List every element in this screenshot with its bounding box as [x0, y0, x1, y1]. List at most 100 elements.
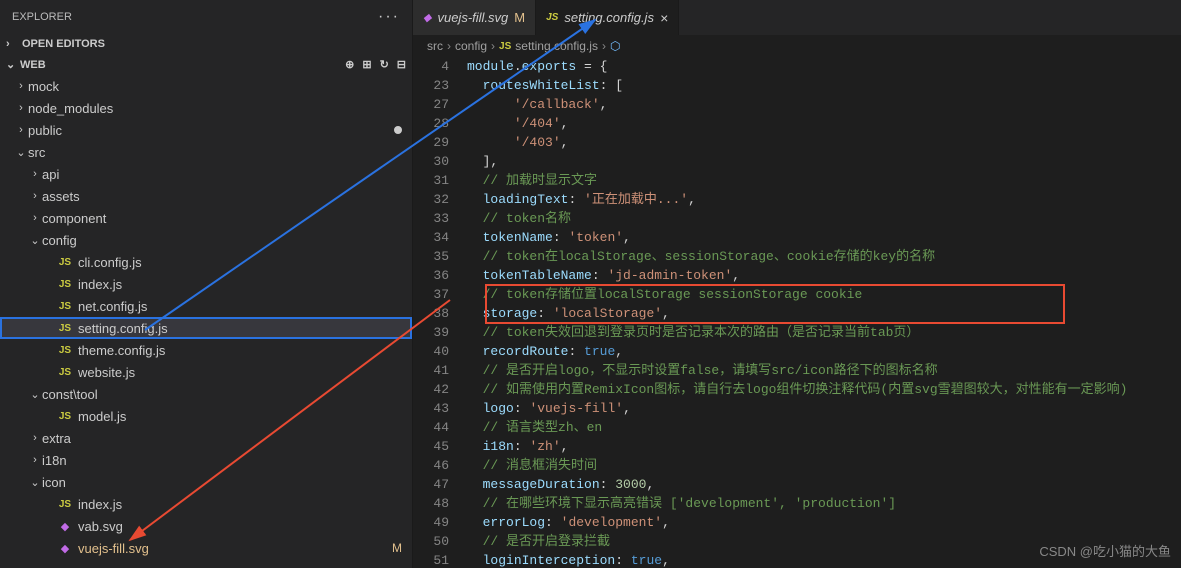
tree-item-label: public	[28, 123, 394, 138]
code-line[interactable]: tokenTableName: 'jd-admin-token',	[467, 266, 1181, 285]
close-icon[interactable]: ×	[660, 10, 668, 26]
code-line[interactable]: storage: 'localStorage',	[467, 304, 1181, 323]
tree-item-label: component	[42, 211, 412, 226]
js-file-icon: JS	[56, 257, 74, 268]
folder-item[interactable]: ›node_modules	[0, 97, 412, 119]
js-file-icon: JS	[56, 301, 74, 312]
code-line[interactable]: logo: 'vuejs-fill',	[467, 399, 1181, 418]
code-line[interactable]: // token在localStorage、sessionStorage、coo…	[467, 247, 1181, 266]
line-number: 29	[413, 133, 449, 152]
open-editors-section[interactable]: › OPEN EDITORS	[0, 34, 412, 54]
file-item[interactable]: JSnet.config.js	[0, 295, 412, 317]
breadcrumb-item[interactable]: src	[427, 39, 443, 53]
code-line[interactable]: recordRoute: true,	[467, 342, 1181, 361]
watermark: CSDN @吃小猫的大鱼	[1039, 541, 1171, 560]
code-line[interactable]: // 如需使用内置RemixIcon图标，请自行去logo组件切换注释代码(内置…	[467, 380, 1181, 399]
file-item[interactable]: JStheme.config.js	[0, 339, 412, 361]
code-line[interactable]: // 是否开启logo，不显示时设置false，请填写src/icon路径下的图…	[467, 361, 1181, 380]
file-item[interactable]: ◆vuejs-fill.svgM	[0, 537, 412, 559]
line-number: 43	[413, 399, 449, 418]
file-item[interactable]: JS cli.config.js	[0, 251, 412, 273]
code-line[interactable]: i18n: 'zh',	[467, 437, 1181, 456]
code-line[interactable]: // token名称	[467, 209, 1181, 228]
folder-item[interactable]: ›extra	[0, 427, 412, 449]
line-number: 40	[413, 342, 449, 361]
editor-area: ◆vuejs-fill.svgMJSsetting.config.js× src…	[413, 0, 1181, 568]
breadcrumb[interactable]: src›config›JS setting.config.js›⬡	[413, 35, 1181, 57]
folder-item[interactable]: ⌄config	[0, 229, 412, 251]
file-item[interactable]: ◆vab.svg	[0, 515, 412, 537]
workspace-actions: ⊕ ⊞ ↻ ⊟	[345, 58, 406, 71]
workspace-label: WEB	[20, 59, 46, 71]
js-file-icon: JS	[56, 279, 74, 290]
file-item[interactable]: JSwebsite.js	[0, 361, 412, 383]
open-editors-label: OPEN EDITORS	[22, 38, 105, 50]
tree-item-label: src	[28, 145, 412, 160]
tab-label: setting.config.js	[564, 10, 654, 25]
code-line[interactable]: '/404',	[467, 114, 1181, 133]
editor-tab[interactable]: ◆vuejs-fill.svgM	[413, 0, 536, 35]
more-actions-icon[interactable]: ···	[378, 8, 400, 26]
line-number: 48	[413, 494, 449, 513]
tree-item-label: icon	[42, 475, 412, 490]
folder-item[interactable]: ⌄icon	[0, 471, 412, 493]
folder-item[interactable]: ›public	[0, 119, 412, 141]
folder-item[interactable]: ›api	[0, 163, 412, 185]
chevron-right-icon: ›	[28, 212, 42, 224]
folder-item[interactable]: ›assets	[0, 185, 412, 207]
folder-item[interactable]: ›component	[0, 207, 412, 229]
workspace-section[interactable]: ⌄ WEB ⊕ ⊞ ↻ ⊟	[0, 54, 412, 75]
new-folder-icon[interactable]: ⊞	[362, 58, 371, 71]
chevron-down-icon: ⌄	[28, 234, 42, 247]
tree-item-label: index.js	[78, 497, 412, 512]
folder-item[interactable]: ⌄const\tool	[0, 383, 412, 405]
code-line[interactable]: // 消息框消失时间	[467, 456, 1181, 475]
code-line[interactable]: // 在哪些环境下显示高亮错误 ['development', 'product…	[467, 494, 1181, 513]
code-area[interactable]: 4232728293031323334353637383940414243444…	[413, 57, 1181, 568]
line-number: 38	[413, 304, 449, 323]
code-line[interactable]: loadingText: '正在加载中...',	[467, 190, 1181, 209]
line-number: 44	[413, 418, 449, 437]
code-line[interactable]: module.exports = {	[467, 57, 1181, 76]
tree-item-label: extra	[42, 431, 412, 446]
code-line[interactable]: // 加载时显示文字	[467, 171, 1181, 190]
code-line[interactable]: tokenName: 'token',	[467, 228, 1181, 247]
folder-item[interactable]: ⌄src	[0, 141, 412, 163]
tree-item-label: index.js	[78, 277, 412, 292]
explorer-sidebar: EXPLORER ··· › OPEN EDITORS ⌄ WEB ⊕ ⊞ ↻ …	[0, 0, 413, 568]
code-line[interactable]: // token失效回退到登录页时是否记录本次的路由（是否记录当前tab页）	[467, 323, 1181, 342]
refresh-icon[interactable]: ↻	[380, 58, 389, 71]
code-line[interactable]: '/callback',	[467, 95, 1181, 114]
code-line[interactable]: // token存储位置localStorage sessionStorage …	[467, 285, 1181, 304]
code-line[interactable]: errorLog: 'development',	[467, 513, 1181, 532]
new-file-icon[interactable]: ⊕	[345, 58, 354, 71]
collapse-icon[interactable]: ⊟	[397, 58, 406, 71]
tree-item-label: node_modules	[28, 101, 412, 116]
code-line[interactable]: // 语言类型zh、en	[467, 418, 1181, 437]
code-line[interactable]: messageDuration: 3000,	[467, 475, 1181, 494]
file-item[interactable]: JSindex.js	[0, 493, 412, 515]
code-line[interactable]: routesWhiteList: [	[467, 76, 1181, 95]
code-line[interactable]: ],	[467, 152, 1181, 171]
editor-tab[interactable]: JSsetting.config.js×	[536, 0, 679, 35]
svg-file-icon: ◆	[56, 542, 74, 555]
chevron-down-icon: ⌄	[6, 58, 20, 71]
tree-item-label: model.js	[78, 409, 412, 424]
explorer-title: EXPLORER	[12, 11, 72, 23]
file-item[interactable]: JS index.js	[0, 273, 412, 295]
line-number: 32	[413, 190, 449, 209]
js-file-icon: JS	[56, 411, 74, 422]
folder-item[interactable]: ›i18n	[0, 449, 412, 471]
tree-item-label: cli.config.js	[78, 255, 412, 270]
code-content[interactable]: module.exports = { routesWhiteList: [ '/…	[467, 57, 1181, 568]
code-line[interactable]: '/403',	[467, 133, 1181, 152]
tab-label: vuejs-fill.svg	[437, 10, 508, 25]
file-item[interactable]: JS model.js	[0, 405, 412, 427]
breadcrumb-item[interactable]: config	[455, 39, 487, 53]
breadcrumb-item[interactable]: setting.config.js	[515, 39, 598, 53]
file-item[interactable]: JSsetting.config.js	[0, 317, 412, 339]
line-number: 46	[413, 456, 449, 475]
line-number: 27	[413, 95, 449, 114]
folder-item[interactable]: ›mock	[0, 75, 412, 97]
tree-item-label: assets	[42, 189, 412, 204]
